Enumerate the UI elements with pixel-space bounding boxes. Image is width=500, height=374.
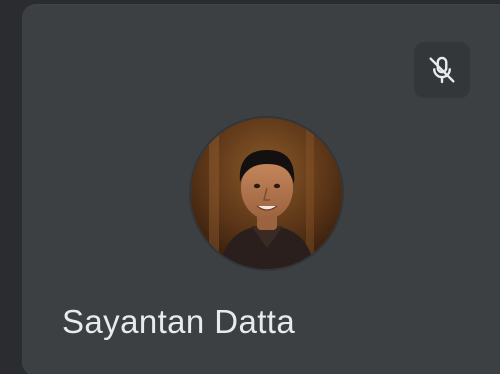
mic-off-icon (425, 53, 459, 87)
mic-off-badge (414, 42, 470, 98)
meeting-stage: Sayantan Datta (0, 0, 500, 374)
participant-name: Sayantan Datta (62, 303, 296, 340)
participant-avatar (191, 118, 342, 269)
participant-tile[interactable]: Sayantan Datta (22, 4, 500, 374)
participant-photo (191, 118, 342, 269)
